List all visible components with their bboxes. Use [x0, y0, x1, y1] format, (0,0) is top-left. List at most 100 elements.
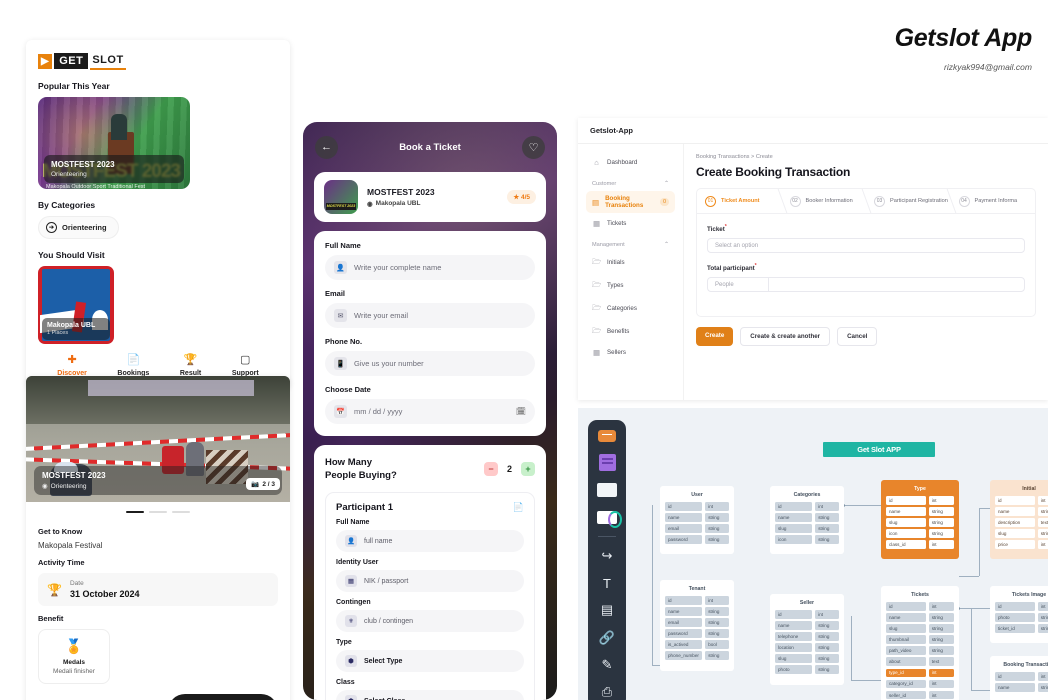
erd-field-name: name	[886, 613, 926, 622]
cancel-button[interactable]: Cancel	[837, 327, 878, 347]
favorite-button[interactable]: ♡	[522, 135, 545, 159]
grid-icon[interactable]: ▤	[595, 602, 619, 619]
carousel-dot-3[interactable]	[172, 511, 190, 513]
quantity-stepper[interactable]: − 2 +	[483, 462, 535, 476]
email-input[interactable]: ✉ Write your email	[325, 303, 535, 328]
mixed-shapes-icon[interactable]	[595, 509, 622, 529]
step-ticket-amount[interactable]: 01 Ticket Amount	[697, 189, 782, 213]
book-ticket-button[interactable]: Book Ticket Now 🎫	[167, 694, 278, 700]
erd-field-name: password	[665, 535, 703, 544]
p1-type-value: Select Type	[364, 657, 403, 665]
erd-table-tenant[interactable]: Tenant id int name string email string password…	[660, 580, 734, 671]
erd-field-row: namestring	[886, 507, 954, 516]
carousel-dots[interactable]	[26, 502, 290, 517]
sidebar-item-categories[interactable]: 🗁 Categories	[586, 298, 675, 319]
visit-place-card[interactable]: Makopala UBL 1 Places	[38, 266, 114, 344]
sticky-note-icon[interactable]	[595, 454, 619, 472]
erd-table-initial[interactable]: Initialidintnamestringdescriptiontextslu…	[990, 480, 1048, 560]
erd-field-name: password	[665, 629, 703, 638]
erd-field-row: seller_id int	[886, 690, 954, 700]
sidebar-item-initials[interactable]: 🗁 Initials	[586, 252, 675, 273]
pencil-icon[interactable]: ✎	[595, 656, 619, 673]
copy-icon[interactable]: 📄	[513, 502, 524, 513]
create-button[interactable]: Create	[696, 327, 734, 347]
step-4-number: 04	[958, 195, 970, 207]
activity-time-label: Activity Time	[38, 558, 85, 567]
sidebar-item-types[interactable]: 🗁 Types	[586, 275, 675, 296]
sidebar-item-tickets[interactable]: ▦ Tickets	[586, 215, 675, 232]
whiteboard-erd: ↪ T ▤ 🔗 ✎ ⎙ Get Slot APP User id int name st…	[578, 408, 1048, 700]
edge-left-v	[652, 505, 653, 665]
erd-table-tickets-image[interactable]: Tickets Imageidintphotostringticket_idst…	[990, 586, 1048, 644]
carousel-dot-1[interactable]	[126, 511, 144, 513]
erd-field-row: email string	[665, 524, 729, 533]
category-chip-orienteering[interactable]: ➔ Orienteering	[38, 216, 119, 239]
erd-table-tickets[interactable]: Tickets id int name string slug string thumbnai…	[881, 586, 959, 700]
chevron-up-icon[interactable]: ⌃	[664, 241, 669, 248]
p1-class-select[interactable]: ⬢ Select Class	[336, 690, 524, 700]
get-to-know-value: Makopala Festival	[38, 541, 103, 550]
erd-table-seller[interactable]: Seller id int name string telephone string loca…	[770, 594, 844, 685]
tab-result[interactable]: 🏆 Result	[180, 354, 201, 377]
folder-icon: 🗁	[592, 280, 602, 289]
erd-field-name: id	[665, 502, 703, 511]
popular-event-card[interactable]: MOSTFEST 2023 MOSTFEST 2023 Orienteering…	[38, 97, 190, 189]
tab-discover[interactable]: ✚ Discover	[57, 354, 87, 377]
create-and-create-another-button[interactable]: Create & create another	[740, 327, 831, 347]
erd-field-name: slug	[886, 624, 926, 633]
erd-field-row: is_actived bool	[665, 640, 729, 649]
sidebar-group-customer: Customer ⌃	[586, 180, 675, 188]
trophy-icon: 🏆	[47, 582, 62, 597]
erd-table-user[interactable]: User id int name string email string password st…	[660, 486, 734, 555]
heart-icon: ♡	[528, 141, 539, 154]
link-icon[interactable]: 🔗	[595, 629, 619, 646]
p1-contingen-label: Contingen	[336, 599, 371, 606]
erd-field-row: photostring	[995, 613, 1048, 622]
card-icon[interactable]	[595, 482, 619, 499]
sidebar-item-booking-transactions[interactable]: ▤ Booking Transactions 0	[586, 191, 675, 213]
breadcrumb-parent[interactable]: Booking Transactions	[696, 154, 749, 160]
full-name-input[interactable]: 👤 Write your complete name	[325, 255, 535, 280]
phone-event-card[interactable]: MOSTFEST 2023 MOSTFEST 2023 ◉ Makopala U…	[314, 172, 546, 222]
step-participant-registration[interactable]: 03 Participant Registration	[866, 189, 951, 213]
p1-contingen-input[interactable]: ⚜ club / contingen	[336, 610, 524, 632]
p1-class-label: Class	[336, 679, 355, 686]
step-booker-information[interactable]: 02 Booker Information	[782, 189, 867, 213]
erd-field-row: icon string	[886, 529, 954, 538]
total-participant-input[interactable]: People	[707, 277, 1025, 293]
quantity-increase-button[interactable]: +	[521, 462, 535, 476]
tab-support[interactable]: ▢ Support	[232, 354, 259, 377]
p1-identity-placeholder: NIK / passport	[364, 577, 409, 585]
date-input[interactable]: 📅 mm / dd / yyyy 🗓	[325, 399, 535, 424]
p1-fullname-input[interactable]: 👤 full name	[336, 530, 524, 552]
chat-icon[interactable]	[595, 427, 619, 444]
step-payment-information[interactable]: 04 Payment Informa	[951, 189, 1036, 213]
erd-field-row: id int	[775, 610, 839, 619]
tab-bookings[interactable]: 📄 Bookings	[117, 354, 149, 377]
event-thumbnail: MOSTFEST 2023	[324, 180, 358, 214]
arrow-icon[interactable]: ↪	[595, 547, 619, 564]
p1-identity-input[interactable]: ▦ NIK / passport	[336, 570, 524, 592]
carousel-dot-2[interactable]	[149, 511, 167, 513]
ticket-select[interactable]: Select an option	[707, 238, 1025, 254]
sidebar-item-sellers[interactable]: ▦ Sellers	[586, 344, 675, 361]
erd-table-categories[interactable]: Categories id int name string slug string icon s…	[770, 486, 844, 555]
quantity-decrease-button[interactable]: −	[483, 462, 498, 476]
erd-table-booking-transaction[interactable]: Booking Transactionidintnamestring	[990, 656, 1048, 700]
sidebar-item-dashboard[interactable]: ⌂ Dashboard	[586, 154, 675, 171]
erd-field-name: id	[886, 602, 926, 611]
total-participant-placeholder: People	[715, 281, 734, 288]
frame-icon[interactable]: ⎙	[595, 684, 619, 700]
sidebar-item-benefits[interactable]: 🗁 Benefits	[586, 321, 675, 342]
text-icon[interactable]: T	[595, 574, 619, 591]
p1-type-select[interactable]: ⬢ Select Type	[336, 650, 524, 672]
edge-categories-type	[844, 505, 882, 506]
erd-field-type: string	[815, 632, 839, 641]
chevron-up-icon[interactable]: ⌃	[664, 180, 669, 187]
phone-input[interactable]: 📱 Give us your number	[325, 351, 535, 376]
back-button[interactable]: ←	[315, 135, 338, 159]
full-name-placeholder: Write your complete name	[354, 263, 442, 272]
calendar-picker-icon[interactable]: 🗓	[516, 407, 526, 416]
erd-table-type[interactable]: Type id int name string slug string icon string c…	[881, 480, 959, 560]
erd-field-name: id	[995, 602, 1035, 611]
